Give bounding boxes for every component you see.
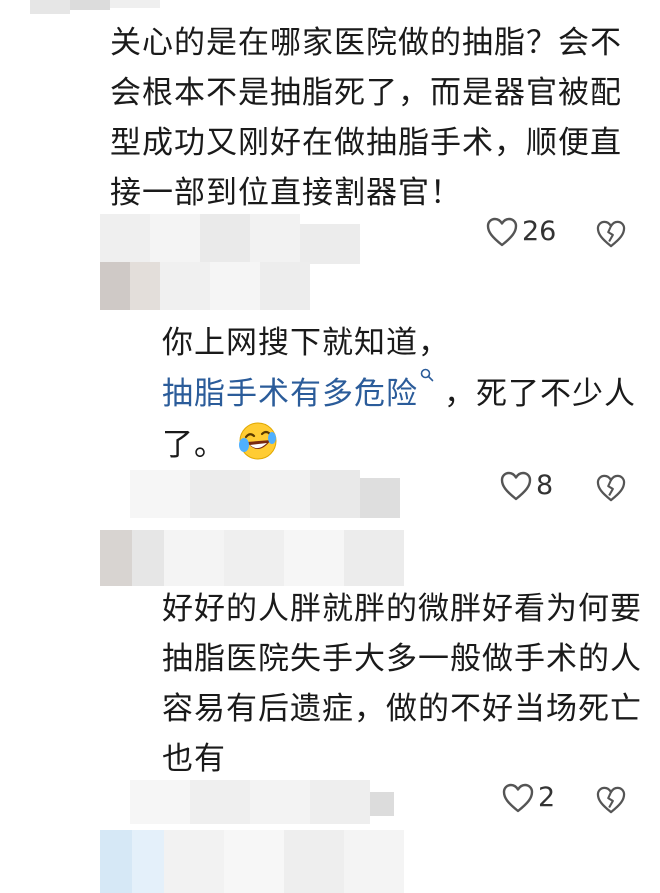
comment-line: 也有 xyxy=(162,741,226,777)
like-button[interactable]: 8 xyxy=(500,470,553,501)
dislike-button[interactable] xyxy=(596,474,626,506)
blurred-reply-meta xyxy=(130,780,400,824)
search-icon xyxy=(420,368,434,382)
like-count: 2 xyxy=(538,782,556,813)
dislike-button[interactable] xyxy=(596,786,626,818)
comment-body: 关心的是在哪家医院做的抽脂？会不 会根本不是抽脂死了，而是器官被配 型成功又刚好… xyxy=(110,18,650,218)
reply-body: 你上网搜下就知道， 抽脂手术有多危险 ，死了不少人 了。 xyxy=(162,318,642,470)
laughing-with-tears-emoji xyxy=(239,422,277,460)
like-count: 26 xyxy=(522,216,557,247)
comment-line: 你上网搜下就知道， xyxy=(162,325,450,361)
comment-actions: 2 xyxy=(502,782,636,822)
blurred-avatar-username xyxy=(100,830,460,893)
broken-heart-outline-icon xyxy=(596,786,626,814)
comment-line: 抽脂手术有多危险 ，死了不少人 xyxy=(162,368,642,419)
like-button[interactable]: 26 xyxy=(486,216,556,247)
broken-heart-outline-icon xyxy=(596,474,626,502)
heart-outline-icon xyxy=(500,471,532,500)
comment-line: 好好的人胖就胖的微胖好看为何要 xyxy=(162,591,642,627)
blurred-reply-meta xyxy=(130,470,430,518)
comment-line: 了。 xyxy=(162,419,642,470)
comment-line: 会根本不是抽脂死了，而是器官被配 xyxy=(110,75,622,111)
reply-body: 好好的人胖就胖的微胖好看为何要 抽脂医院失手大多一般做手术的人 容易有后遗症，做… xyxy=(162,584,642,784)
like-count: 8 xyxy=(536,470,554,501)
comment-line: 抽脂医院失手大多一般做手术的人 xyxy=(162,641,642,677)
broken-heart-outline-icon xyxy=(596,220,626,248)
search-link[interactable]: 抽脂手术有多危险 xyxy=(162,376,418,412)
comment-line: 接一部到位直接割器官！ xyxy=(110,175,462,211)
blurred-avatar-username xyxy=(100,262,360,312)
comment-line: 关心的是在哪家医院做的抽脂？会不 xyxy=(110,25,622,61)
comment-text-after-link: ，死了不少人 xyxy=(444,376,636,412)
like-button[interactable]: 2 xyxy=(502,782,555,813)
blurred-username-top xyxy=(0,0,170,14)
comment-line: 型成功又刚好在做抽脂手术，顺便直 xyxy=(110,125,622,161)
heart-outline-icon xyxy=(486,217,518,246)
comment-text: 了。 xyxy=(162,427,226,463)
dislike-button[interactable] xyxy=(596,220,626,252)
comment-actions: 8 xyxy=(500,470,636,510)
heart-outline-icon xyxy=(502,783,534,812)
comment-line: 容易有后遗症，做的不好当场死亡 xyxy=(162,691,642,727)
blurred-reply-meta xyxy=(100,214,360,264)
comment-actions: 26 xyxy=(486,216,636,256)
blurred-avatar-username xyxy=(100,530,460,586)
